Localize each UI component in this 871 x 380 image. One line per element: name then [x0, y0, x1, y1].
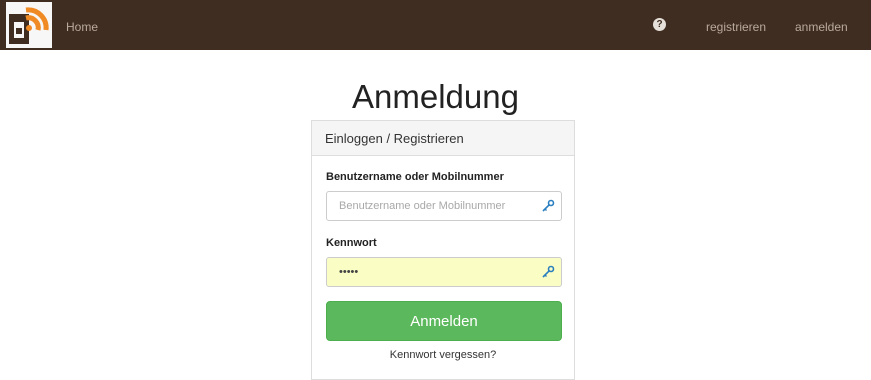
- nav-login-link[interactable]: anmelden: [795, 20, 848, 34]
- password-input[interactable]: [327, 258, 539, 286]
- key-icon[interactable]: [541, 265, 555, 279]
- login-submit-button[interactable]: Anmelden: [326, 301, 562, 341]
- username-label: Benutzername oder Mobilnummer: [326, 171, 504, 183]
- page-title: Anmeldung: [352, 78, 519, 115]
- nav-home-link[interactable]: Home: [66, 20, 98, 34]
- rss-logo-icon: [6, 2, 52, 48]
- key-icon[interactable]: [541, 199, 555, 213]
- top-navbar: Home ? registrieren anmelden: [0, 0, 871, 50]
- help-icon[interactable]: ?: [653, 18, 666, 31]
- password-field-wrapper: [326, 257, 562, 287]
- username-input[interactable]: [327, 192, 539, 220]
- nav-register-link[interactable]: registrieren: [706, 20, 766, 34]
- username-field-wrapper: [326, 191, 562, 221]
- password-label: Kennwort: [326, 237, 377, 249]
- logo[interactable]: [6, 2, 52, 48]
- login-panel: Einloggen / Registrieren Benutzername od…: [311, 120, 575, 380]
- forgot-password-link[interactable]: Kennwort vergessen?: [312, 349, 574, 361]
- panel-heading: Einloggen / Registrieren: [312, 121, 574, 156]
